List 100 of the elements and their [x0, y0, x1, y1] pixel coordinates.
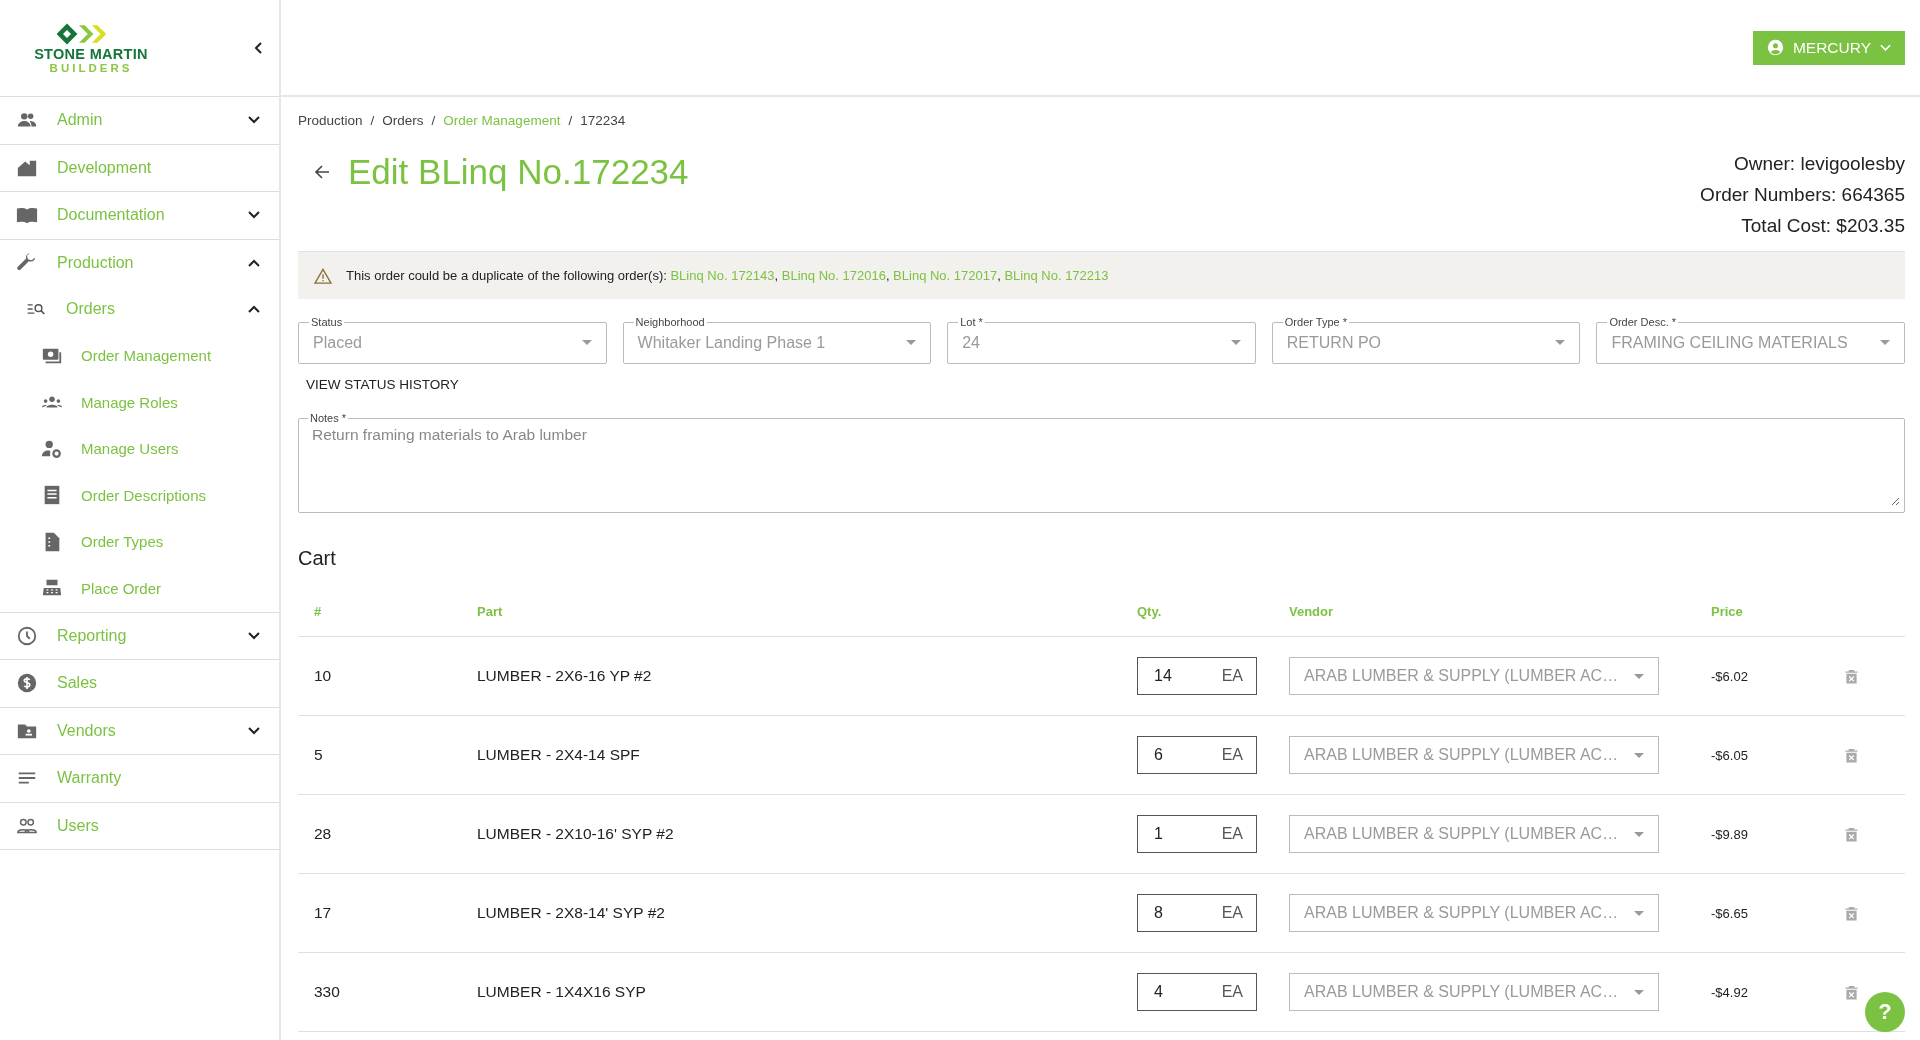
table-cell-text: LUMBER - 1X4X16 SYP — [477, 983, 647, 1001]
order-link[interactable]: BLinq No. 172017 — [893, 268, 998, 283]
select-field[interactable]: Order Type * RETURN PO — [1271, 316, 1581, 364]
chevron-left-icon — [254, 42, 262, 54]
sidebar-item[interactable]: Order Descriptions — [0, 472, 279, 519]
dropdown-caret-icon — [1880, 340, 1890, 345]
order-numbers-text: Order Numbers: 664365 — [1700, 183, 1905, 207]
chevron-down-icon — [248, 631, 260, 640]
select-field[interactable]: Status Placed — [298, 316, 607, 364]
select-field[interactable]: Lot * 24 — [947, 316, 1256, 364]
column-header: Qty. — [1137, 604, 1163, 619]
order-link[interactable]: BLinq No. 172016 — [781, 268, 886, 283]
quantity-field[interactable]: 14 EA — [1137, 657, 1257, 695]
table-cell-text: LUMBER - 2X10-16' SYP #2 — [477, 825, 675, 843]
column-header: Price — [1711, 604, 1744, 619]
table-cell-text: -$6.65 — [1711, 905, 1749, 921]
table-cell-text: -$6.05 — [1711, 747, 1749, 763]
breadcrumb-item: 172234 — [580, 113, 626, 128]
chevron-up-icon — [248, 305, 260, 314]
warning-message: This order could be a duplicate of the following order(s): BLinq No. 172143, BLinq No. 172016, BLinq No. 172017, BLinq No. 172213 — [346, 268, 1109, 283]
quantity-field[interactable]: 1 EA — [1137, 815, 1257, 853]
dropdown-caret-icon — [1555, 340, 1566, 345]
order-link[interactable]: BLinq No. 172213 — [1004, 268, 1109, 283]
total-cost-text: Total Cost: $203.35 — [1741, 214, 1905, 238]
notes-field[interactable]: Notes * Return framing materials to Arab lumber — [298, 412, 1905, 513]
user-menu-button[interactable]: MERCURY — [1752, 30, 1905, 65]
chevron-down-icon — [248, 116, 260, 125]
dollar-icon — [16, 672, 38, 695]
breadcrumb-item: Production — [298, 113, 363, 128]
select-field[interactable]: Neighborhood Whitaker Landing Phase 1 — [622, 316, 932, 364]
vendor-select[interactable]: ARAB LUMBER & SUPPLY (LUMBER AC… — [1289, 894, 1659, 932]
vendor-select[interactable]: ARAB LUMBER & SUPPLY (LUMBER AC… — [1289, 657, 1659, 695]
column-header: Part — [477, 604, 504, 619]
column-header: Vendor — [1289, 604, 1335, 619]
sidebar-item[interactable]: Production — [0, 239, 279, 286]
chevron-down-icon — [1880, 43, 1891, 52]
dropdown-caret-icon — [1230, 340, 1241, 345]
breadcrumb-separator: / — [431, 113, 436, 128]
dropdown-caret-icon — [1634, 910, 1644, 916]
chevron-up-icon — [248, 258, 260, 267]
table-cell-text: 28 — [313, 825, 333, 843]
select-field[interactable]: Order Desc. * FRAMING CEILING MATERIALS — [1596, 316, 1905, 364]
sidebar-item[interactable]: Documentation — [0, 192, 279, 239]
trash-icon — [1845, 668, 1858, 684]
sidebar-item[interactable]: Users — [0, 802, 279, 849]
table-cell-text: LUMBER - 2X6-16 YP #2 — [477, 667, 653, 685]
breadcrumb-separator: / — [370, 113, 375, 128]
table-cell-text: -$9.89 — [1711, 826, 1749, 842]
dropdown-caret-icon — [906, 340, 917, 345]
sidebar-item[interactable]: Manage Roles — [0, 379, 279, 426]
breadcrumb-link[interactable]: Order Management — [443, 113, 561, 128]
account-icon — [1766, 39, 1784, 56]
table-cell-text: LUMBER - 2X8-14' SYP #2 — [477, 904, 666, 922]
quantity-field[interactable]: 6 EA — [1137, 736, 1257, 774]
chevron-down-icon — [248, 211, 260, 220]
page-title: Edit BLinq No.172234 — [348, 152, 689, 192]
chevron-down-icon — [248, 726, 260, 735]
dropdown-caret-icon — [1634, 752, 1644, 758]
vendor-select[interactable]: ARAB LUMBER & SUPPLY (LUMBER AC… — [1289, 815, 1659, 853]
dropdown-caret-icon — [1634, 831, 1644, 837]
table-cell-text: -$6.02 — [1711, 668, 1749, 684]
sidebar-item[interactable]: Orders — [0, 286, 279, 333]
vendor-select[interactable]: ARAB LUMBER & SUPPLY (LUMBER AC… — [1289, 973, 1659, 1011]
dropdown-caret-icon — [581, 340, 592, 345]
sidebar-item[interactable]: Sales — [0, 660, 279, 707]
arrow-left-icon — [314, 164, 330, 180]
quantity-field[interactable]: 8 EA — [1137, 894, 1257, 932]
table-cell-text: 17 — [313, 904, 333, 922]
company-logo: STONE MARTIN BUILDERS — [30, 22, 152, 74]
warning-icon — [314, 267, 332, 284]
breadcrumb-separator: / — [568, 113, 573, 128]
trash-icon — [1845, 747, 1858, 763]
column-header: # — [313, 604, 323, 619]
table-cell-text: -$4.92 — [1711, 984, 1749, 1000]
vendor-select[interactable]: ARAB LUMBER & SUPPLY (LUMBER AC… — [1289, 736, 1659, 774]
table-cell-text: 10 — [313, 667, 333, 685]
dropdown-caret-icon — [1634, 989, 1644, 995]
sidebar-item[interactable]: Manage Users — [0, 425, 279, 472]
trash-icon — [1845, 905, 1858, 921]
sidebar-item[interactable]: Place Order — [0, 565, 279, 612]
breadcrumb-item: Orders — [382, 113, 424, 128]
trash-icon — [1845, 984, 1858, 1000]
sidebar-item[interactable]: Vendors — [0, 707, 279, 754]
table-cell-text: 5 — [313, 746, 324, 764]
trash-icon — [1845, 826, 1858, 842]
dropdown-caret-icon — [1634, 673, 1644, 679]
sidebar-item[interactable]: Development — [0, 144, 279, 191]
sidebar-item[interactable]: Order Types — [0, 518, 279, 565]
help-button[interactable]: ? — [1865, 992, 1905, 1032]
order-link[interactable]: BLinq No. 172143 — [670, 268, 775, 283]
table-cell-text: 330 — [313, 983, 341, 1001]
sidebar-item[interactable]: Admin — [0, 97, 279, 144]
view-status-history-button[interactable]: VIEW STATUS HISTORY — [306, 374, 459, 394]
sidebar-item[interactable]: Warranty — [0, 755, 279, 802]
cart-heading: Cart — [298, 547, 337, 570]
clock-icon — [16, 624, 38, 647]
quantity-field[interactable]: 4 EA — [1137, 973, 1257, 1011]
table-cell-text: LUMBER - 2X4-14 SPF — [477, 746, 641, 764]
sidebar-item[interactable]: Reporting — [0, 612, 279, 659]
sidebar-item[interactable]: Order Management — [0, 332, 279, 379]
